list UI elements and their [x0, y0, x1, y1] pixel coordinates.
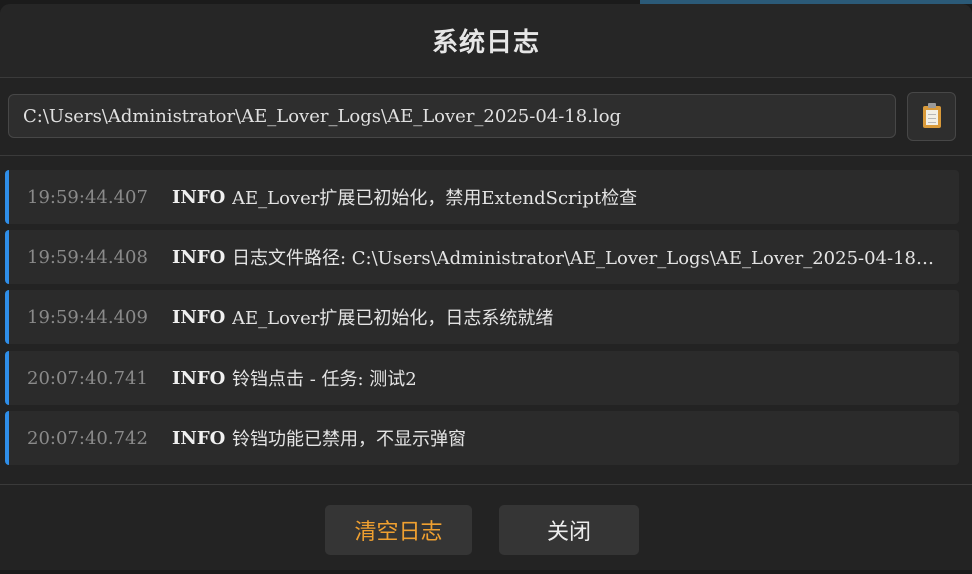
- clear-log-button[interactable]: 清空日志: [325, 505, 472, 555]
- log-entry: 20:07:40.741 INFO 铃铛点击 - 任务: 测试2: [5, 351, 959, 405]
- system-log-dialog: 系统日志 19:59:44.407 INFO AE_Lover扩展已初始化，禁用…: [0, 4, 972, 570]
- close-button[interactable]: 关闭: [499, 505, 639, 555]
- log-message: AE_Lover扩展已初始化，禁用ExtendScript检查: [232, 188, 638, 209]
- log-timestamp: 19:59:44.408: [27, 246, 148, 268]
- log-level: INFO: [172, 246, 226, 268]
- log-entry: 19:59:44.408 INFO 日志文件路径: C:\Users\Admin…: [5, 230, 959, 284]
- log-level: INFO: [172, 367, 226, 389]
- log-entry: 20:07:40.742 INFO 铃铛功能已禁用，不显示弹窗: [5, 411, 959, 465]
- log-message: 铃铛功能已禁用，不显示弹窗: [232, 429, 466, 450]
- clipboard-icon: [922, 102, 941, 128]
- dialog-header: 系统日志: [0, 4, 972, 78]
- dialog-title: 系统日志: [431, 28, 540, 58]
- log-message: AE_Lover扩展已初始化，日志系统就绪: [232, 308, 554, 329]
- log-timestamp: 19:59:44.409: [27, 306, 148, 328]
- log-timestamp: 19:59:44.407: [27, 186, 148, 208]
- log-level: INFO: [172, 186, 226, 208]
- copy-path-button[interactable]: [907, 92, 956, 141]
- log-path-field[interactable]: [8, 94, 896, 138]
- log-level: INFO: [172, 427, 226, 449]
- log-timestamp: 20:07:40.742: [27, 427, 148, 449]
- log-level: INFO: [172, 306, 226, 328]
- dialog-footer: 清空日志 关闭: [0, 484, 972, 574]
- log-message: 日志文件路径: C:\Users\Administrator\AE_Lover_…: [232, 248, 950, 269]
- log-timestamp: 20:07:40.741: [27, 367, 148, 389]
- log-entry: 19:59:44.407 INFO AE_Lover扩展已初始化，禁用Exten…: [5, 170, 959, 224]
- log-path-row: [0, 78, 972, 156]
- log-entry: 19:59:44.409 INFO AE_Lover扩展已初始化，日志系统就绪: [5, 290, 959, 344]
- log-message: 铃铛点击 - 任务: 测试2: [232, 369, 417, 390]
